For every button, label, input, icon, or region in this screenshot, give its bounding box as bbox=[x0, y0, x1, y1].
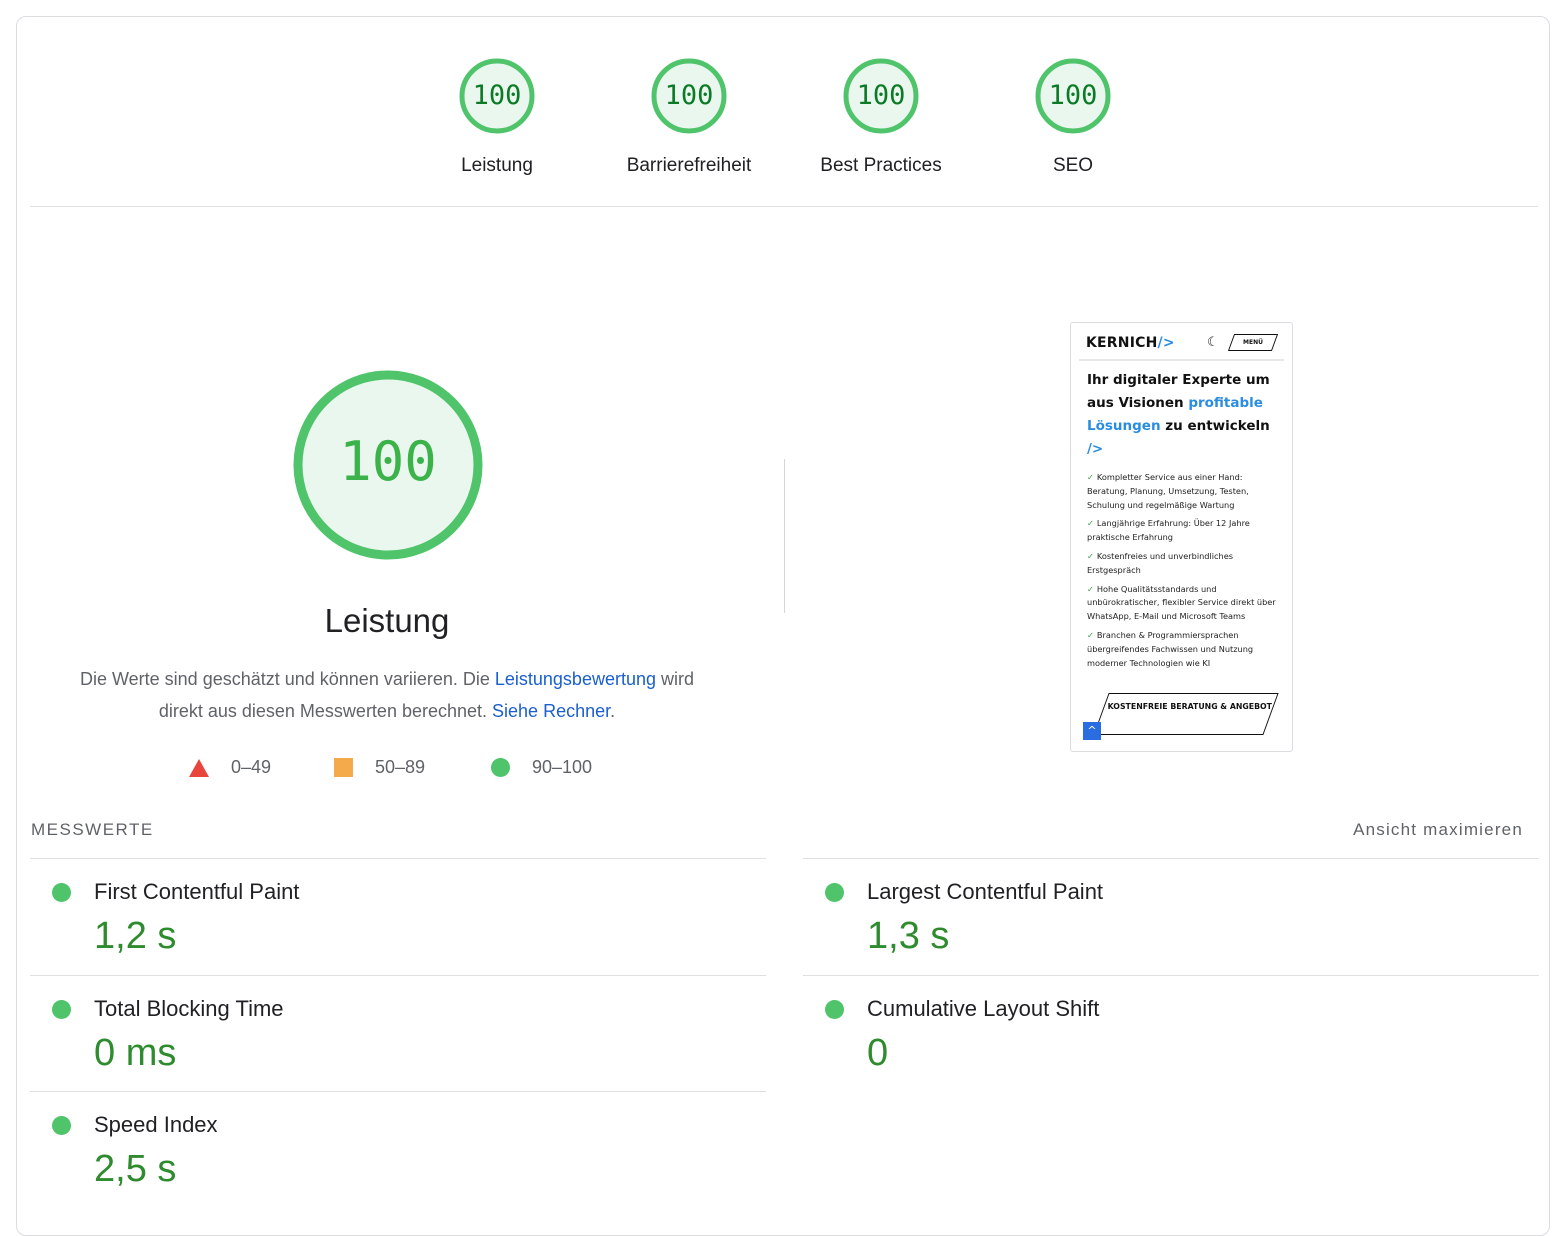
square-icon bbox=[334, 758, 353, 777]
headline-accent: /> bbox=[1087, 441, 1104, 457]
list-item-text: Kompletter Service aus einer Hand: Berat… bbox=[1087, 472, 1249, 510]
check-icon: ✓ bbox=[1087, 550, 1094, 561]
list-item-text: Branchen & Programmiersprachen übergreif… bbox=[1087, 629, 1254, 668]
legend-range: 0–49 bbox=[231, 757, 272, 777]
check-icon: ✓ bbox=[1087, 472, 1094, 482]
menu-button: MENÜ bbox=[1227, 334, 1279, 351]
calculator-link[interactable]: Siehe Rechner bbox=[492, 701, 610, 721]
performance-score: 100 bbox=[339, 430, 437, 493]
list-item: ✓ Branchen & Programmiersprachen übergrei… bbox=[1087, 629, 1279, 670]
metric-tbt: Total Blocking Time 0 ms bbox=[30, 975, 766, 1091]
performance-title: Leistung bbox=[324, 602, 450, 639]
metric-name: First Contentful Paint bbox=[94, 879, 300, 904]
moon-icon: ☾ bbox=[1207, 335, 1219, 350]
menu-label: MENÜ bbox=[1243, 339, 1263, 346]
metric-name: Total Blocking Time bbox=[94, 996, 284, 1021]
lighthouse-report-card: 100 Leistung 100 Barrierefreiheit 100 Be… bbox=[16, 16, 1550, 1236]
legend-pass: 90–100 bbox=[491, 757, 592, 778]
desc-text: . bbox=[610, 701, 616, 721]
gauge-ring: 100 bbox=[650, 57, 728, 135]
list-item-text: Hohe Qualitätsstandards und unbürokratis… bbox=[1087, 583, 1276, 622]
metric-value: 2,5 s bbox=[94, 1148, 177, 1190]
list-item-text: Kostenfreies und unverbindliches Erstges… bbox=[1087, 550, 1234, 575]
metric-value: 1,2 s bbox=[94, 915, 177, 957]
logo-text: KERNICH bbox=[1086, 335, 1158, 351]
desc-text: Die Werte sind geschätzt und können vari… bbox=[79, 669, 495, 689]
gauge-score: 100 bbox=[1048, 80, 1098, 111]
metric-si: Speed Index 2,5 s bbox=[30, 1091, 766, 1207]
pass-circle-icon bbox=[52, 1116, 71, 1135]
pass-circle-icon bbox=[825, 883, 844, 902]
metrics-section-title: MESSWERTE bbox=[31, 820, 154, 839]
pass-circle-icon bbox=[825, 1000, 844, 1019]
check-icon: ✓ bbox=[1087, 518, 1094, 529]
expand-view-button[interactable]: Ansicht maximieren bbox=[1353, 820, 1523, 840]
logo-accent: /> bbox=[1157, 335, 1175, 351]
gauge-accessibility[interactable]: 100 Barrierefreiheit bbox=[599, 57, 779, 177]
pass-circle-icon bbox=[52, 1000, 71, 1019]
metric-value: 1,3 s bbox=[867, 915, 950, 957]
chevron-up-icon: ^ bbox=[1083, 722, 1101, 740]
performance-gauge: 100 bbox=[292, 369, 484, 561]
metric-name: Speed Index bbox=[94, 1112, 218, 1137]
cta-button: KOSTENFREIE BERATUNG & ANGEBOT bbox=[1093, 693, 1279, 735]
gauges-divider bbox=[30, 206, 1538, 207]
gauge-best-practices[interactable]: 100 Best Practices bbox=[791, 57, 971, 177]
cta-label: KOSTENFREIE BERATUNG & ANGEBOT bbox=[1107, 702, 1273, 711]
list-item: ✓ Kostenfreies und unverbindliches Erstge… bbox=[1087, 550, 1279, 578]
legend-range: 50–89 bbox=[375, 757, 426, 777]
metric-lcp: Largest Contentful Paint 1,3 s bbox=[803, 858, 1539, 974]
site-headline: Ihr digitaler Experte um aus Visionen pr… bbox=[1087, 369, 1277, 461]
list-item: ✓ Langjährige Erfahrung: Über 12 Jahre pr… bbox=[1087, 517, 1279, 545]
legend-average: 50–89 bbox=[334, 757, 425, 778]
headline-text: zu entwickeln bbox=[1160, 418, 1270, 434]
gauge-label: SEO bbox=[1052, 155, 1094, 176]
metric-cls: Cumulative Layout Shift 0 bbox=[803, 975, 1539, 1091]
gauge-score: 100 bbox=[472, 80, 522, 111]
metric-value: 0 bbox=[867, 1032, 889, 1074]
metric-fcp: First Contentful Paint 1,2 s bbox=[30, 858, 766, 974]
gauge-performance[interactable]: 100 Leistung bbox=[407, 57, 587, 177]
check-icon: ✓ bbox=[1087, 583, 1094, 594]
category-gauges: 100 Leistung 100 Barrierefreiheit 100 Be… bbox=[17, 17, 1551, 207]
performance-description: Die Werte sind geschätzt und können vari… bbox=[67, 663, 707, 727]
metric-name: Cumulative Layout Shift bbox=[867, 996, 1100, 1021]
circle-icon bbox=[491, 758, 510, 777]
list-item: ✓ Hohe Qualitätsstandards und unbürokrati… bbox=[1087, 583, 1279, 624]
gauge-ring: 100 bbox=[458, 57, 536, 135]
site-logo: KERNICH/> bbox=[1086, 335, 1175, 351]
gauge-score: 100 bbox=[664, 80, 714, 111]
vertical-divider bbox=[784, 459, 785, 613]
feature-list: ✓ Kompletter Service aus einer Hand: Bera… bbox=[1087, 471, 1279, 675]
final-screenshot[interactable]: KERNICH/> ☾ MENÜ Ihr digitaler Experte u… bbox=[1070, 322, 1293, 752]
list-item: ✓ Kompletter Service aus einer Hand: Bera… bbox=[1087, 471, 1279, 512]
triangle-icon bbox=[189, 758, 209, 777]
pass-circle-icon bbox=[52, 883, 71, 902]
metric-value: 0 ms bbox=[94, 1032, 177, 1074]
site-header: KERNICH/> ☾ MENÜ bbox=[1079, 329, 1284, 361]
gauge-label: Barrierefreiheit bbox=[626, 155, 752, 176]
legend-range: 90–100 bbox=[532, 757, 593, 777]
metric-name: Largest Contentful Paint bbox=[867, 879, 1104, 904]
check-icon: ✓ bbox=[1087, 629, 1094, 640]
score-link[interactable]: Leistungsbewertung bbox=[495, 669, 656, 689]
gauge-label: Leistung bbox=[461, 155, 533, 176]
legend-fail: 0–49 bbox=[189, 757, 271, 778]
list-item-text: Langjährige Erfahrung: Über 12 Jahre pra… bbox=[1087, 518, 1250, 543]
gauge-score: 100 bbox=[856, 80, 906, 111]
gauge-ring: 100 bbox=[842, 57, 920, 135]
gauge-label: Best Practices bbox=[820, 155, 942, 176]
gauge-ring: 100 bbox=[1034, 57, 1112, 135]
gauge-seo[interactable]: 100 SEO bbox=[983, 57, 1163, 177]
